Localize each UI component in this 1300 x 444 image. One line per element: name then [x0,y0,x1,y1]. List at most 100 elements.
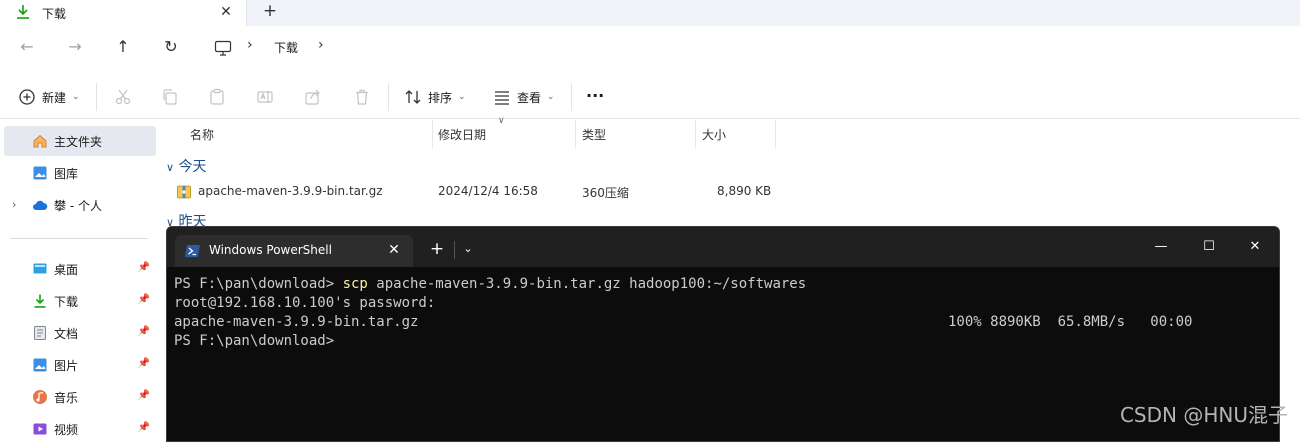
chevron-down-icon: ⌄ [72,92,80,102]
minimize-button[interactable]: — [1139,233,1183,261]
powershell-window[interactable]: Windows PowerShell ✕ + ⌄ — ☐ ✕ PS F:\pan… [166,226,1280,442]
pin-icon[interactable]: 📌 [138,262,150,273]
desktop-icon [33,263,47,274]
copy-icon[interactable] [161,88,179,106]
new-tab-button[interactable]: + [258,0,282,22]
address-bar[interactable]: › 下载 › [202,32,1300,66]
column-divider[interactable] [432,120,433,148]
terminal-output[interactable]: PS F:\pan\download> scp apache-maven-3.9… [174,275,1279,351]
sort-button-label: 排序 [428,90,453,105]
refresh-button[interactable]: ↻ [158,34,184,60]
view-button[interactable]: 查看 ⌄ [493,84,555,110]
sidebar-item-label: 图片 [54,358,79,373]
column-divider[interactable] [695,120,696,148]
powershell-titlebar[interactable]: Windows PowerShell ✕ + ⌄ — ☐ ✕ [167,227,1279,267]
new-button[interactable]: 新建 ⌄ [18,84,80,110]
pin-icon[interactable]: 📌 [138,358,150,369]
pin-icon[interactable]: 📌 [138,390,150,401]
output-text: root@192.168.10.100's password: [174,295,436,311]
sort-chevron-icon: ∨ [498,116,505,126]
file-type: 360压缩 [582,186,629,200]
powershell-tab-title: Windows PowerShell [209,243,332,257]
pin-icon[interactable]: 📌 [138,294,150,305]
view-list-icon [495,91,509,105]
video-icon [33,423,47,435]
chevron-down-icon: ⌄ [458,92,466,102]
sidebar-item-home[interactable]: 主文件夹 [4,126,156,156]
sidebar-divider [10,238,148,239]
command-bar: 新建 ⌄ 排序 ⌄ 查看 ⌄ ··· [0,76,1300,119]
file-name[interactable]: apache-maven-3.9.9-bin.tar.gz [198,184,383,198]
command: scp [342,276,368,292]
breadcrumb-separator-end[interactable]: › [318,37,324,53]
command-args: apache-maven-3.9.9-bin.tar.gz hadoop100:… [367,276,807,292]
sidebar-item-onedrive[interactable]: 攀 - 个人 [4,190,156,220]
download-icon [17,5,29,19]
terminal-line: PS F:\pan\download> scp apache-maven-3.9… [174,275,1279,294]
group-header-today[interactable]: ∨ 今天 [166,156,207,176]
file-size: 8,890 KB [717,184,772,198]
pin-icon[interactable]: 📌 [138,326,150,337]
breadcrumb-separator[interactable]: › [247,37,253,53]
explorer-tab-strip: 下载 ✕ + [0,0,1300,26]
home-icon [33,134,47,148]
back-button[interactable]: ← [14,34,40,60]
sidebar-item-gallery[interactable]: 图库 [4,158,156,188]
gallery-icon [33,166,47,180]
toolbar-divider [388,83,389,111]
sidebar-item-label: 桌面 [54,262,79,277]
terminal-line: root@192.168.10.100's password: [174,294,1279,313]
download-icon [34,294,46,308]
paste-icon[interactable] [208,88,226,106]
toolbar-divider [96,83,97,111]
maximize-button[interactable]: ☐ [1187,233,1231,261]
archive-icon [176,184,192,200]
cut-icon[interactable] [114,88,132,106]
sidebar-item-label: 图库 [54,166,79,181]
explorer-tab-title: 下载 [42,7,67,21]
more-options-button[interactable]: ··· [586,86,604,105]
sidebar-item-documents[interactable]: 文档 📌 [4,318,156,348]
pin-icon[interactable]: 📌 [138,422,150,433]
sort-button[interactable]: 排序 ⌄ [404,84,466,110]
column-divider[interactable] [775,120,776,148]
column-header-name[interactable]: 名称 [190,126,214,143]
forward-button[interactable]: → [62,34,88,60]
close-window-button[interactable]: ✕ [1233,233,1277,261]
terminal-line: PS F:\pan\download> [174,332,1279,351]
sidebar-item-music[interactable]: 音乐 📌 [4,382,156,412]
sidebar-item-downloads[interactable]: 下载 📌 [4,286,156,316]
close-tab-icon[interactable]: ✕ [214,1,238,23]
sidebar-item-desktop[interactable]: 桌面 📌 [4,254,156,284]
prompt: PS F:\pan\download> [174,333,335,349]
sidebar-item-label: 音乐 [54,390,79,405]
transfer-stats: 100% 8890KB 65.8MB/s 00:00 [948,314,1193,330]
column-header-type[interactable]: 类型 [582,126,606,143]
share-icon[interactable] [304,88,322,106]
sidebar-item-videos[interactable]: 视频 📌 [4,414,156,444]
powershell-tab[interactable]: Windows PowerShell ✕ [175,235,413,267]
explorer-tab-downloads[interactable]: 下载 ✕ [0,0,247,26]
column-header-size[interactable]: 大小 [702,126,726,143]
up-button[interactable]: ↑ [110,34,136,60]
cloud-icon [33,200,48,210]
sidebar-item-label: 攀 - 个人 [54,198,102,213]
titlebar-divider [454,241,455,259]
toolbar-divider [571,83,572,111]
sidebar-item-pictures[interactable]: 图片 📌 [4,350,156,380]
chevron-down-icon[interactable]: ⌄ [457,237,479,261]
new-tab-button[interactable]: + [425,237,449,261]
output-text: apache-maven-3.9.9-bin.tar.gz [174,314,419,330]
terminal-line: apache-maven-3.9.9-bin.tar.gz 100% 8890KB… [174,313,1279,332]
prompt: PS F:\pan\download> [174,276,343,292]
close-tab-icon[interactable]: ✕ [383,239,405,261]
delete-icon[interactable] [353,88,371,106]
file-modified: 2024/12/4 16:58 [438,184,538,198]
column-header-modified[interactable]: 修改日期 [438,126,486,143]
watermark: CSDN @HNU混子 [1119,403,1288,427]
breadcrumb-downloads[interactable]: 下载 [274,39,298,56]
sort-icon [405,90,421,104]
powershell-icon [185,245,200,257]
rename-icon[interactable] [256,88,274,106]
column-divider[interactable] [575,120,576,148]
